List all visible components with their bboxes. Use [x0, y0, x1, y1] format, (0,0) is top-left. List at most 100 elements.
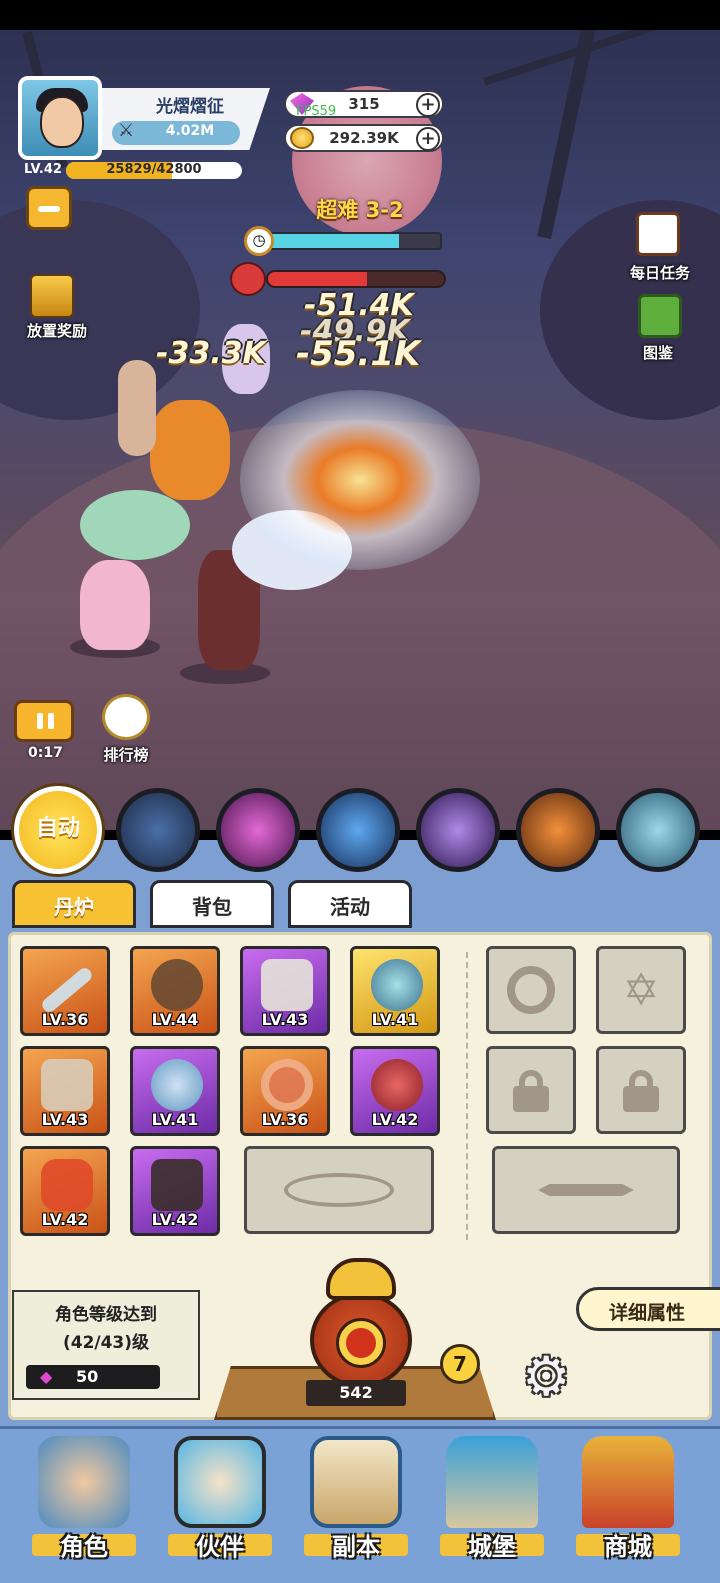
- panel-divider: [466, 952, 468, 1240]
- equip-orb-slot[interactable]: LV.41: [350, 946, 440, 1036]
- alchemy-furnace[interactable]: [286, 1256, 436, 1396]
- devil-icon: [230, 262, 266, 296]
- equip-level: LV.42: [151, 1210, 199, 1229]
- fps-readout: FPS59: [296, 104, 337, 119]
- equip-crown-slot[interactable]: LV.44: [130, 946, 220, 1036]
- nav-label: 伙伴: [196, 1533, 244, 1561]
- furnace-count: 542: [306, 1380, 406, 1406]
- stopwatch-icon: ◷: [244, 226, 274, 256]
- menu-button[interactable]: [26, 186, 72, 230]
- nav-character[interactable]: 角色: [24, 1432, 144, 1561]
- locked-slot[interactable]: [486, 1046, 576, 1134]
- quest-reward-amount: 50: [76, 1367, 99, 1386]
- equip-level: LV.41: [151, 1110, 199, 1129]
- coin-icon: [290, 127, 314, 149]
- fire-slash-effect: [240, 390, 480, 570]
- sword-icon: ⚔: [118, 120, 135, 141]
- partner-icon: [174, 1436, 266, 1528]
- daily-task-label[interactable]: 每日任务: [618, 262, 702, 283]
- vortex-skill-icon[interactable]: [216, 788, 300, 872]
- pause-icon: [48, 713, 54, 729]
- status-bar: [0, 0, 720, 30]
- gem-icon: ◆: [40, 1367, 53, 1386]
- squid-character: [118, 360, 156, 456]
- bead-icon: [371, 1059, 423, 1111]
- stage-label: 超难 3-2: [316, 198, 404, 222]
- player-name: 光熠熠征: [156, 97, 224, 117]
- combat-power: 4.02M: [165, 123, 215, 139]
- enemy-hp-bar: [266, 270, 446, 288]
- auto-battle-button[interactable]: 自动: [14, 786, 102, 874]
- locked-slot[interactable]: [596, 1046, 686, 1134]
- nav-dungeon[interactable]: 副本: [296, 1432, 416, 1561]
- hexagram-icon: ✡: [622, 964, 660, 1016]
- ranking-label[interactable]: 排行榜: [88, 744, 164, 765]
- nav-label: 角色: [60, 1533, 108, 1561]
- tab-furnace[interactable]: 丹炉: [12, 880, 136, 928]
- shuriken-skill-icon[interactable]: [416, 788, 500, 872]
- quest-progress: (42/43)级: [62, 1333, 150, 1353]
- codex-label[interactable]: 图鉴: [626, 342, 690, 363]
- charm-icon: [41, 1159, 93, 1211]
- rock-right: [540, 200, 720, 420]
- equip-level: LV.43: [41, 1110, 89, 1129]
- strongman-skill-icon[interactable]: [516, 788, 600, 872]
- empty-formation-slot[interactable]: [244, 1146, 434, 1234]
- empty-weapon-slot[interactable]: [492, 1146, 680, 1234]
- gear-icon[interactable]: ⚙: [522, 1350, 570, 1404]
- tab-bag[interactable]: 背包: [150, 880, 274, 928]
- lock-icon: [599, 1049, 683, 1131]
- wave-timer-bar: [266, 232, 442, 250]
- quest-reward[interactable]: ◆ 50: [26, 1365, 160, 1389]
- treasure-chest-icon[interactable]: [30, 274, 74, 318]
- equip-level: LV.42: [371, 1110, 419, 1129]
- lightning-skill-icon[interactable]: [116, 788, 200, 872]
- equip-bead-slot[interactable]: LV.42: [350, 1046, 440, 1136]
- book-icon[interactable]: [638, 294, 682, 338]
- locked-talisman-slot[interactable]: [486, 946, 576, 1034]
- scroll-icon: [310, 1436, 402, 1528]
- equip-boots-slot[interactable]: LV.42: [130, 1146, 220, 1236]
- nav-shop[interactable]: 商城: [568, 1432, 688, 1561]
- equip-jade-slot[interactable]: LV.41: [130, 1046, 220, 1136]
- tiger-character: [150, 400, 230, 500]
- equip-charm-slot[interactable]: LV.42: [20, 1146, 110, 1236]
- comet-skill-icon[interactable]: [316, 788, 400, 872]
- beast-skill-icon[interactable]: [616, 788, 700, 872]
- equip-level: LV.41: [371, 1010, 419, 1029]
- orb-icon: [371, 959, 423, 1011]
- equip-level: LV.43: [261, 1010, 309, 1029]
- nav-partner[interactable]: 伙伴: [160, 1432, 280, 1561]
- boots-icon: [151, 1159, 203, 1211]
- wave-timer-fill: [268, 234, 399, 248]
- player-avatar[interactable]: [18, 76, 102, 160]
- nav-castle[interactable]: 城堡: [432, 1432, 552, 1561]
- armor-icon: [41, 1059, 93, 1111]
- coin-counter: 292.39K +: [284, 124, 444, 152]
- character-icon: [38, 1436, 130, 1528]
- equip-pendant-slot[interactable]: LV.36: [240, 1046, 330, 1136]
- add-gems-button[interactable]: +: [416, 93, 440, 117]
- lock-icon: [489, 1049, 573, 1131]
- equip-armor-slot[interactable]: LV.43: [20, 1046, 110, 1136]
- pause-button[interactable]: [14, 700, 74, 742]
- formation-icon: [247, 1149, 431, 1231]
- locked-star-slot[interactable]: ✡: [596, 946, 686, 1034]
- shop-icon: [582, 1436, 674, 1528]
- winged-character: [80, 490, 190, 560]
- detail-attributes-button[interactable]: 详细属性: [576, 1287, 720, 1331]
- clipboard-icon[interactable]: [636, 212, 680, 256]
- idle-reward-label[interactable]: 放置奖励: [14, 320, 100, 341]
- equip-sword-slot[interactable]: LV.36: [20, 946, 110, 1036]
- coin-count: 292.39K: [329, 129, 399, 147]
- detail-attributes-label: 详细属性: [609, 1302, 686, 1324]
- yin-yang-icon: [346, 1328, 376, 1358]
- add-coins-button[interactable]: +: [416, 127, 440, 151]
- dagger-icon: [495, 1149, 677, 1231]
- trophy-icon[interactable]: [102, 694, 150, 740]
- crown-icon: [151, 959, 203, 1011]
- equip-robe-slot[interactable]: LV.43: [240, 946, 330, 1036]
- emblem-icon: [489, 949, 573, 1031]
- damage-number: -33.3K: [156, 336, 266, 371]
- tab-events[interactable]: 活动: [288, 880, 412, 928]
